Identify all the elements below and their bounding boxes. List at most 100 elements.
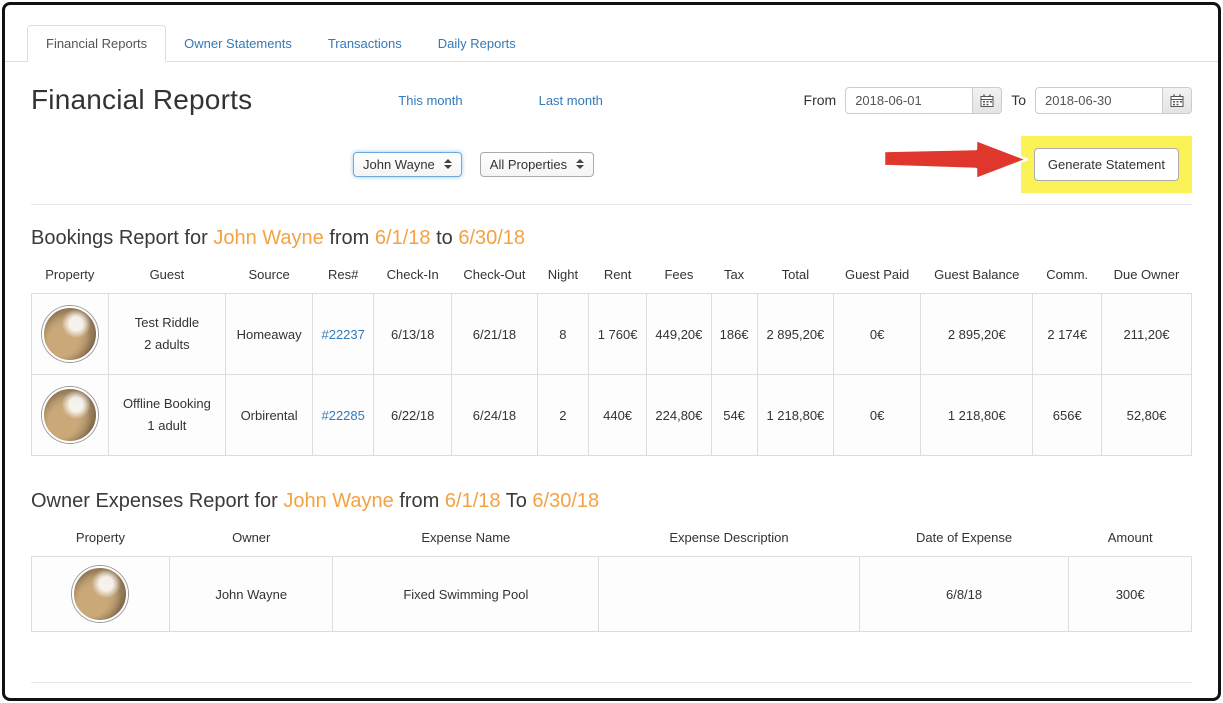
divider (31, 204, 1192, 205)
res-cell: #22285 (313, 375, 374, 456)
rent-cell: 1 760€ (588, 294, 646, 375)
app-window: Financial Reports Owner Statements Trans… (2, 2, 1221, 701)
due-owner-cell: 52,80€ (1101, 375, 1191, 456)
col-checkin: Check-In (374, 256, 452, 294)
col-tax: Tax (711, 256, 757, 294)
comm-cell: 656€ (1033, 375, 1101, 456)
expenses-heading-to-word: To (506, 490, 527, 512)
updown-caret-icon (576, 159, 584, 169)
generate-zone: Generate Statement (881, 136, 1192, 193)
expense-date-cell: 6/8/18 (859, 557, 1069, 632)
rent-cell: 440€ (588, 375, 646, 456)
expenses-heading-from-word: from (399, 490, 439, 512)
col-checkout: Check-Out (452, 256, 538, 294)
to-date-group (1035, 87, 1192, 114)
fees-cell: 449,20€ (647, 294, 711, 375)
to-date-input[interactable] (1035, 87, 1163, 114)
from-date-input[interactable] (845, 87, 973, 114)
expenses-heading-to-date: 6/30/18 (532, 490, 599, 512)
updown-caret-icon (444, 159, 452, 169)
bookings-table: Property Guest Source Res# Check-In Chec… (31, 256, 1192, 456)
guest-cell: Test Riddle 2 adults (108, 294, 226, 375)
page-content: Financial Reports This month Last month … (5, 78, 1218, 683)
table-row: John Wayne Fixed Swimming Pool 6/8/18 30… (32, 557, 1192, 632)
property-avatar[interactable] (72, 566, 128, 622)
tab-bar: Financial Reports Owner Statements Trans… (5, 5, 1218, 62)
expenses-heading-from-date: 6/1/18 (445, 490, 501, 512)
col-source: Source (226, 256, 313, 294)
reservation-link[interactable]: #22285 (321, 408, 364, 423)
tab-daily-reports[interactable]: Daily Reports (420, 26, 534, 61)
tax-cell: 54€ (711, 375, 757, 456)
expenses-table: Property Owner Expense Name Expense Desc… (31, 519, 1192, 632)
expense-name-cell: Fixed Swimming Pool (333, 557, 599, 632)
expenses-heading-owner: John Wayne (283, 490, 393, 512)
calendar-icon (1170, 94, 1184, 107)
red-arrow-annotation-icon (881, 137, 1031, 188)
highlight-box: Generate Statement (1021, 136, 1192, 193)
guest-detail: 1 adult (115, 415, 220, 437)
col-date-of-expense: Date of Expense (859, 519, 1069, 557)
bookings-heading-from-word: from (329, 227, 369, 249)
owner-select[interactable]: John Wayne (353, 152, 462, 177)
col-guest: Guest (108, 256, 226, 294)
to-label: To (1011, 92, 1026, 108)
calendar-icon (980, 94, 994, 107)
bookings-heading-from-date: 6/1/18 (375, 227, 431, 249)
amount-cell: 300€ (1069, 557, 1192, 632)
comm-cell: 2 174€ (1033, 294, 1101, 375)
tab-transactions[interactable]: Transactions (310, 26, 420, 61)
checkout-cell: 6/24/18 (452, 375, 538, 456)
property-avatar[interactable] (42, 306, 98, 362)
tab-owner-statements[interactable]: Owner Statements (166, 26, 310, 61)
col-due-owner: Due Owner (1101, 256, 1191, 294)
last-month-link[interactable]: Last month (539, 93, 603, 108)
guest-balance-cell: 2 895,20€ (921, 294, 1033, 375)
col-property: Property (32, 256, 109, 294)
night-cell: 8 (537, 294, 588, 375)
reservation-link[interactable]: #22237 (321, 327, 364, 342)
checkin-cell: 6/13/18 (374, 294, 452, 375)
total-cell: 1 218,80€ (757, 375, 834, 456)
col-expense-description: Expense Description (599, 519, 860, 557)
col-fees: Fees (647, 256, 711, 294)
col-property: Property (32, 519, 170, 557)
property-cell (32, 375, 109, 456)
col-amount: Amount (1069, 519, 1192, 557)
property-cell (32, 294, 109, 375)
bookings-heading-to-word: to (436, 227, 453, 249)
source-cell: Orbirental (226, 375, 313, 456)
spacer (31, 632, 1192, 670)
generate-statement-button[interactable]: Generate Statement (1034, 148, 1179, 181)
owner-select-value: John Wayne (363, 157, 435, 172)
to-calendar-button[interactable] (1162, 87, 1192, 114)
guest-name: Offline Booking (115, 393, 220, 415)
guest-name: Test Riddle (115, 312, 220, 334)
guest-paid-cell: 0€ (834, 294, 921, 375)
this-month-link[interactable]: This month (398, 93, 462, 108)
property-cell (32, 557, 170, 632)
bottom-divider (31, 682, 1192, 683)
expenses-report-heading: Owner Expenses Report for John Wayne fro… (31, 490, 1192, 513)
bookings-header-row: Property Guest Source Res# Check-In Chec… (32, 256, 1192, 294)
guest-detail: 2 adults (115, 334, 220, 356)
properties-select[interactable]: All Properties (480, 152, 594, 177)
from-label: From (804, 92, 837, 108)
property-avatar[interactable] (42, 387, 98, 443)
filter-row: John Wayne All Properties Generate State… (31, 136, 1192, 192)
col-total: Total (757, 256, 834, 294)
properties-select-value: All Properties (490, 157, 567, 172)
col-expense-name: Expense Name (333, 519, 599, 557)
expenses-heading-prefix: Owner Expenses Report for (31, 490, 278, 512)
tab-financial-reports[interactable]: Financial Reports (27, 25, 166, 62)
bookings-heading-owner: John Wayne (213, 227, 323, 249)
from-calendar-button[interactable] (972, 87, 1002, 114)
guest-cell: Offline Booking 1 adult (108, 375, 226, 456)
expense-description-cell (599, 557, 860, 632)
from-date-group (845, 87, 1002, 114)
guest-balance-cell: 1 218,80€ (921, 375, 1033, 456)
checkin-cell: 6/22/18 (374, 375, 452, 456)
bookings-report-heading: Bookings Report for John Wayne from 6/1/… (31, 227, 1192, 250)
col-guest-balance: Guest Balance (921, 256, 1033, 294)
res-cell: #22237 (313, 294, 374, 375)
